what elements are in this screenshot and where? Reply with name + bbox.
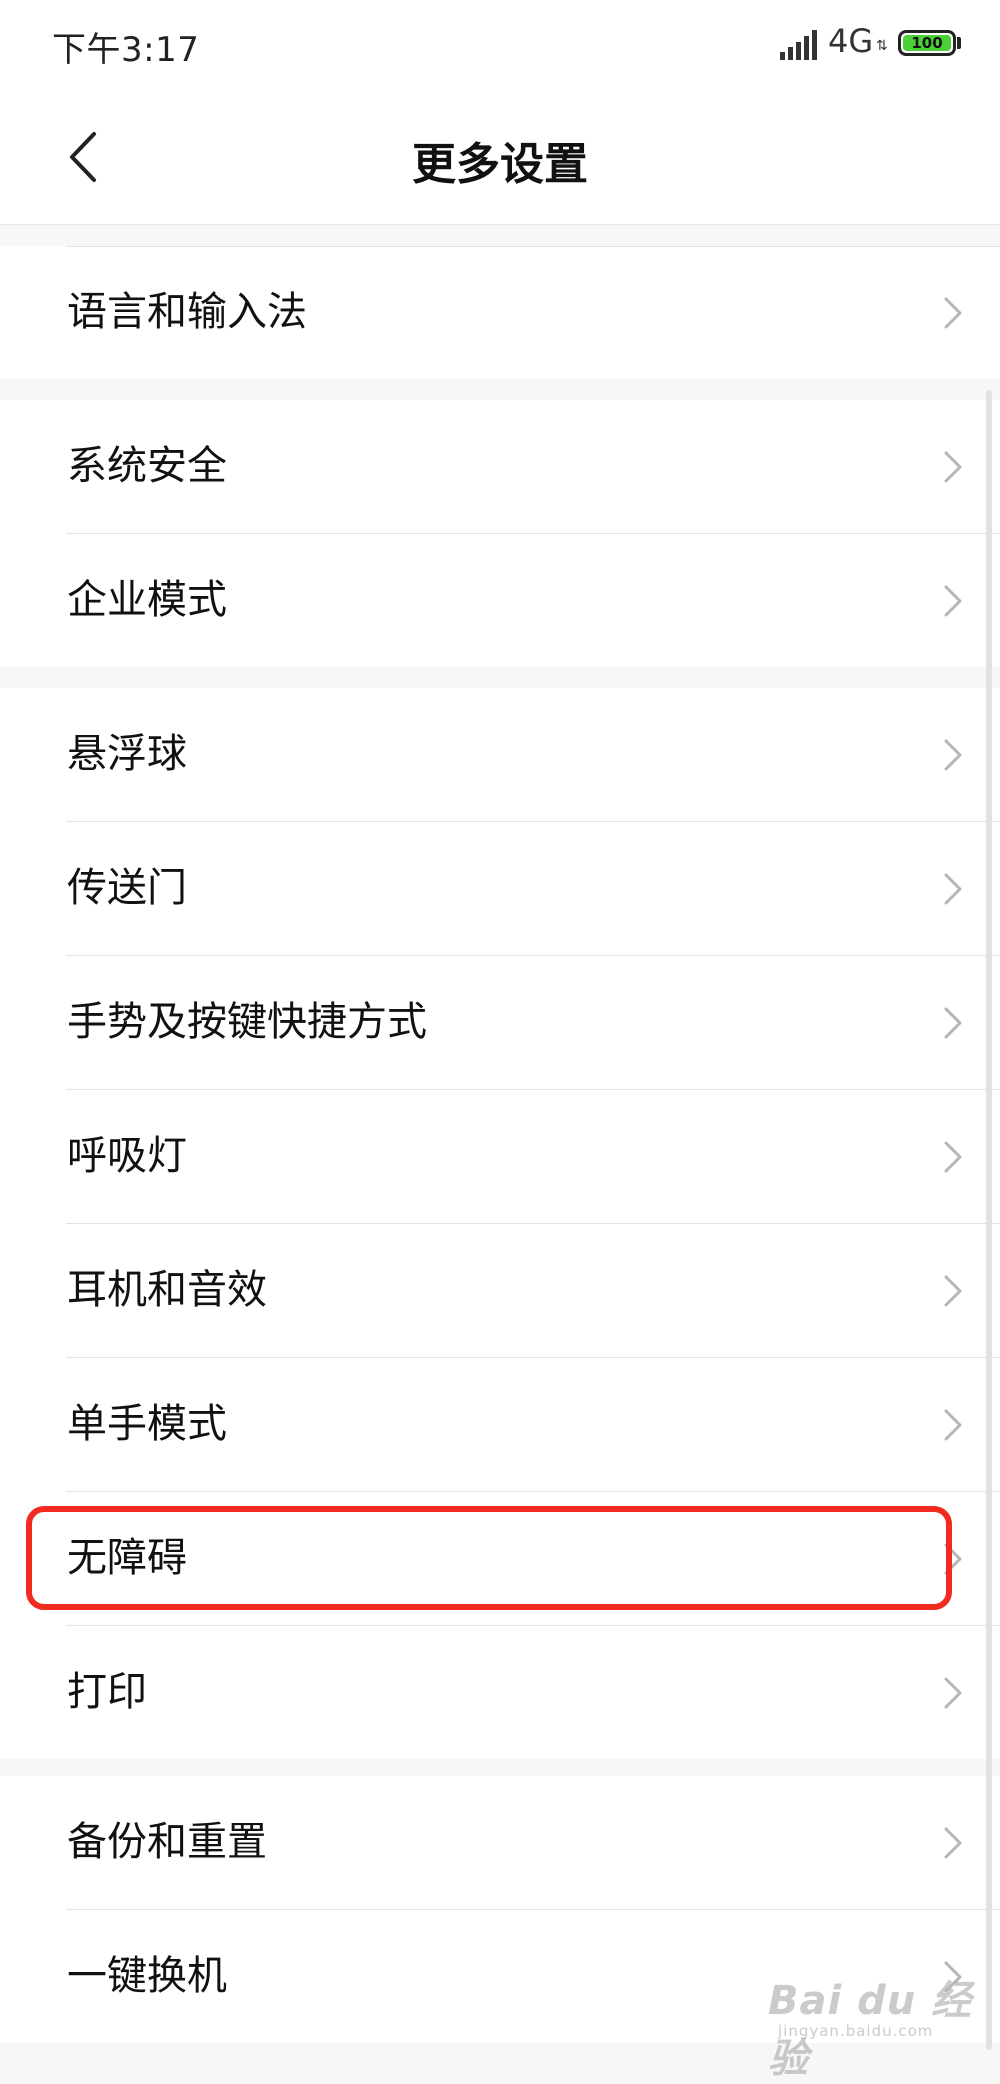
list-item[interactable]: 一键换机 — [66, 1909, 1000, 2043]
list-item-accessibility[interactable]: 无障碍 — [66, 1491, 1000, 1625]
scrollbar[interactable] — [986, 390, 992, 2050]
chevron-right-icon — [944, 1275, 962, 1307]
list-item[interactable]: 传送门 — [66, 821, 1000, 955]
settings-group-features: 悬浮球 传送门 手势及按键快捷方式 呼吸灯 耳机和音效 单手模式 无障碍 打印 — [0, 688, 1000, 1759]
list-item-label: 语言和输入法 — [67, 289, 307, 335]
chevron-right-icon — [944, 1409, 962, 1441]
list-item[interactable]: 手势及按键快捷方式 — [66, 955, 1000, 1089]
list-item-label: 悬浮球 — [67, 731, 187, 777]
list-item[interactable]: 悬浮球 — [66, 688, 1000, 821]
list-item-label: 一键换机 — [67, 1953, 227, 1999]
chevron-right-icon — [944, 585, 962, 617]
list-item[interactable]: 备份和重置 — [66, 1776, 1000, 1909]
battery-level: 100 — [903, 34, 951, 52]
list-item-label: 单手模式 — [67, 1401, 227, 1447]
list-item-label: 无障碍 — [67, 1535, 187, 1581]
settings-group-language: 语言和输入法 — [0, 246, 1000, 379]
list-item-label: 打印 — [67, 1669, 147, 1715]
status-time: 下午3:17 — [52, 30, 200, 70]
list-item-label: 备份和重置 — [67, 1819, 267, 1865]
settings-group-backup: 备份和重置 一键换机 — [0, 1776, 1000, 2043]
chevron-right-icon — [944, 1827, 962, 1859]
chevron-right-icon — [944, 1961, 962, 1993]
list-item[interactable]: 单手模式 — [66, 1357, 1000, 1491]
data-activity-icon: ⇅ — [876, 38, 888, 54]
chevron-right-icon — [944, 451, 962, 483]
chevron-right-icon — [944, 1677, 962, 1709]
chevron-right-icon — [944, 1007, 962, 1039]
chevron-right-icon — [944, 739, 962, 771]
list-item-label: 企业模式 — [67, 577, 227, 623]
list-item[interactable]: 语言和输入法 — [66, 246, 1000, 379]
list-item-label: 耳机和音效 — [67, 1267, 267, 1313]
list-item-label: 手势及按键快捷方式 — [67, 999, 427, 1045]
list-item-label: 呼吸灯 — [67, 1133, 187, 1179]
chevron-right-icon — [944, 1543, 962, 1575]
network-type: 4G — [828, 22, 874, 60]
list-item[interactable]: 企业模式 — [66, 533, 1000, 667]
battery-icon: 100 — [898, 30, 956, 56]
list-item[interactable]: 系统安全 — [66, 400, 1000, 533]
status-bar: 下午3:17 4G ⇅ 100 — [0, 0, 1000, 90]
battery-tip — [957, 37, 961, 49]
list-item-label: 传送门 — [67, 865, 187, 911]
chevron-right-icon — [944, 297, 962, 329]
chevron-right-icon — [944, 873, 962, 905]
title-bar: 更多设置 — [0, 90, 1000, 225]
list-item-label: 系统安全 — [67, 443, 227, 489]
settings-group-security: 系统安全 企业模式 — [0, 400, 1000, 667]
list-item[interactable]: 呼吸灯 — [66, 1089, 1000, 1223]
chevron-right-icon — [944, 1141, 962, 1173]
list-item[interactable]: 耳机和音效 — [66, 1223, 1000, 1357]
list-item[interactable]: 打印 — [66, 1625, 1000, 1759]
page-title: 更多设置 — [412, 139, 588, 190]
signal-icon — [780, 30, 817, 60]
